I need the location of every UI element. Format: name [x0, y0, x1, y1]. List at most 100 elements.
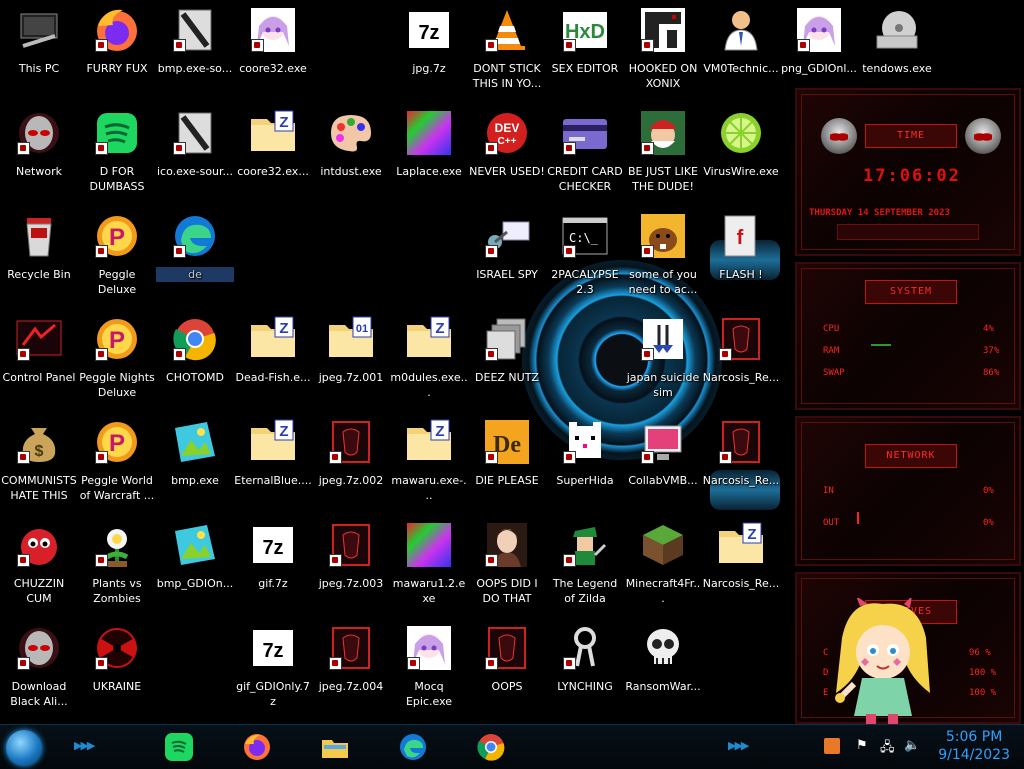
desktop-icon[interactable]: some of you need to ac...	[624, 212, 702, 297]
network-icon[interactable]: 🖧	[880, 738, 895, 760]
taskbar-firefox-button[interactable]	[238, 729, 276, 765]
desktop-icon[interactable]: jpeg.7z.004	[312, 624, 390, 694]
desktop-icon[interactable]: Recycle Bin	[0, 212, 78, 282]
desktop-icon[interactable]: LYNCHING	[546, 624, 624, 694]
devcpp-icon: DEV C++	[483, 109, 531, 157]
desktop-icon[interactable]: jpeg.7z.003	[312, 521, 390, 591]
desktop-icon[interactable]: 01 jpeg.7z.001	[312, 315, 390, 385]
desktop-icon[interactable]: The Legend of Zilda	[546, 521, 624, 606]
taskbar-chrome-button[interactable]	[472, 729, 510, 765]
desktop-icon[interactable]: DEEZ NUTZ	[468, 315, 546, 385]
desktop-icon[interactable]: Zcoore32.ex...	[234, 109, 312, 179]
desktop-icon[interactable]: de	[156, 212, 234, 282]
desktop-icon[interactable]: Z Dead-Fish.e...	[234, 315, 312, 385]
flag-icon[interactable]: ⚑	[856, 738, 868, 753]
chuzzle-icon	[15, 521, 63, 569]
cartoon-sticker[interactable]	[830, 596, 936, 724]
start-button[interactable]	[6, 730, 42, 766]
desktop-icon[interactable]: De DIE PLEASE	[468, 418, 546, 488]
desktop-icon[interactable]: CollabVMB...	[624, 418, 702, 488]
desktop-icon[interactable]: png_GDIOnl...	[780, 6, 858, 76]
desktop-icon[interactable]: bmp_GDIOn...	[156, 521, 234, 591]
volume-icon[interactable]: 🔈	[904, 738, 920, 753]
alien-icon	[965, 118, 1001, 154]
desktop-icon[interactable]: CHUZZIN CUM	[0, 521, 78, 606]
desktop-icon[interactable]: Control Panel	[0, 315, 78, 385]
desktop-icon[interactable]: Plants vs Zombies	[78, 521, 156, 606]
desktop-icon[interactable]: DONT STICK THIS IN YO...	[468, 6, 546, 91]
desktop-icon[interactable]: Zmawaru.exe-...	[390, 418, 468, 503]
desktop-icon[interactable]: Minecraft4Fr...	[624, 521, 702, 606]
desktop-icon[interactable]: Laplace.exe	[390, 109, 468, 179]
svg-text:P: P	[109, 430, 125, 457]
pvz-icon	[93, 521, 141, 569]
desktop-icon[interactable]: FURRY FUX	[78, 6, 156, 76]
desktop-icon[interactable]: VirusWire.exe	[702, 109, 780, 179]
desktop-icon[interactable]: Download Black Ali...	[0, 624, 78, 709]
desktop-icon[interactable]: OOPS DID I DO THAT	[468, 521, 546, 606]
desktop-icon-label: jpg.7z	[412, 62, 446, 75]
desktop-icon[interactable]: OOPS	[468, 624, 546, 694]
desktop-icon[interactable]: D FOR DUMBASS	[78, 109, 156, 194]
desktop-icon[interactable]: P Peggle World of Warcraft ...	[78, 418, 156, 503]
taskbar-spotify-button[interactable]	[160, 729, 198, 765]
desktop-icon[interactable]: 7z jpg.7z	[390, 6, 468, 76]
desktop-icon[interactable]: Network	[0, 109, 78, 179]
desktop-icon[interactable]: RansomWar...	[624, 624, 702, 694]
desktop-icon[interactable]: Narcosis_Re...	[702, 418, 780, 488]
time-gadget[interactable]: TIME 17:06:02 THURSDAY 14 SEPTEMBER 2023	[795, 88, 1021, 256]
desktop-icon[interactable]: CREDIT CARD CHECKER	[546, 109, 624, 194]
desktop-icon[interactable]: P Peggle Deluxe	[78, 212, 156, 297]
desktop-icon[interactable]: ISRAEL SPY	[468, 212, 546, 282]
desktop-icon-label: SEX EDITOR	[551, 62, 619, 75]
desktop-icon[interactable]: bmp.exe-so...	[156, 6, 234, 76]
desktop-icon[interactable]: 7z gif.7z	[234, 521, 312, 591]
network-gadget[interactable]: NETWORK IN 0% OUT 0%	[795, 416, 1021, 566]
desktop-icon[interactable]: HOOKED ON XONIX	[624, 6, 702, 91]
system-gadget[interactable]: SYSTEM CPU 4% RAM 37% SWAP 86%	[795, 262, 1021, 410]
desktop-icon-label: bmp.exe	[171, 474, 219, 487]
taskbar-explorer-button[interactable]	[316, 729, 354, 765]
edge-icon	[400, 734, 426, 760]
desktop-icon[interactable]: coore32.exe	[234, 6, 312, 76]
alien-icon	[15, 624, 63, 672]
desktop-icon[interactable]: VM0Technic...	[702, 6, 780, 76]
desktop-icon-label: m0dules.exe...	[390, 371, 468, 399]
zip-folder-icon: Z	[405, 315, 453, 363]
desktop-icon[interactable]: Z EternalBlue....	[234, 418, 312, 488]
desktop-icon[interactable]: Mocq Epic.exe	[390, 624, 468, 709]
desktop-icon[interactable]: 7z gif_GDIOnly.7z	[234, 624, 312, 709]
desktop-icon-label: Plants vs Zombies	[92, 577, 142, 605]
desktop-icon[interactable]: DEV C++ NEVER USED!	[468, 109, 546, 179]
desktop-icon[interactable]: CHOTOMD	[156, 315, 234, 385]
desktop-icon[interactable]: $ COMMUNISTS HATE THIS G...	[0, 418, 78, 503]
desktop-icon[interactable]: tendows.exe	[858, 6, 936, 76]
desktop-icon-label: some of you need to ac...	[628, 268, 698, 296]
desktop-icon-label: Narcosis_Re...	[702, 474, 780, 487]
tray-app-icon[interactable]	[824, 738, 840, 754]
desktop-icon[interactable]: jpeg.7z.002	[312, 418, 390, 488]
desktop-icon[interactable]: P Peggle Nights Deluxe	[78, 315, 156, 400]
desktop-icon[interactable]: This PC	[0, 6, 78, 76]
narcosis-icon	[483, 624, 531, 672]
santa-icon	[639, 109, 687, 157]
desktop-icon[interactable]: bmp.exe	[156, 418, 234, 488]
desktop-icon[interactable]: HxD SEX EDITOR	[546, 6, 624, 76]
desktop-icon[interactable]: Zm0dules.exe...	[390, 315, 468, 400]
desktop-icon[interactable]: SuperHida	[546, 418, 624, 488]
desktop-icon[interactable]: UKRAINE	[78, 624, 156, 694]
desktop-icon[interactable]: Z Narcosis_Re...	[702, 521, 780, 591]
taskbar-edge-button[interactable]	[394, 729, 432, 765]
clock-time: 5:06 PM	[945, 729, 1003, 745]
desktop-icon[interactable]: ico.exe-sour...	[156, 109, 234, 179]
desktop[interactable]: This PC FURRY FUX bmp.exe-so... coore32.exe…	[0, 0, 1024, 724]
desktop-icon[interactable]: mawaru1.2.exe	[390, 521, 468, 606]
zip-folder-icon: Z	[405, 418, 453, 466]
desktop-icon[interactable]: japan suicide sim	[624, 315, 702, 400]
desktop-icon[interactable]: f FLASH !	[702, 212, 780, 282]
desktop-icon[interactable]: BE JUST LIKE THE DUDE!	[624, 109, 702, 194]
desktop-icon[interactable]: Narcosis_Re...	[702, 315, 780, 385]
desktop-icon[interactable]: C:\_ 2PACALYPSE 2.3	[546, 212, 624, 297]
desktop-icon[interactable]: intdust.exe	[312, 109, 390, 179]
taskbar-clock[interactable]: 5:06 PM 9/14/2023	[938, 728, 1010, 764]
